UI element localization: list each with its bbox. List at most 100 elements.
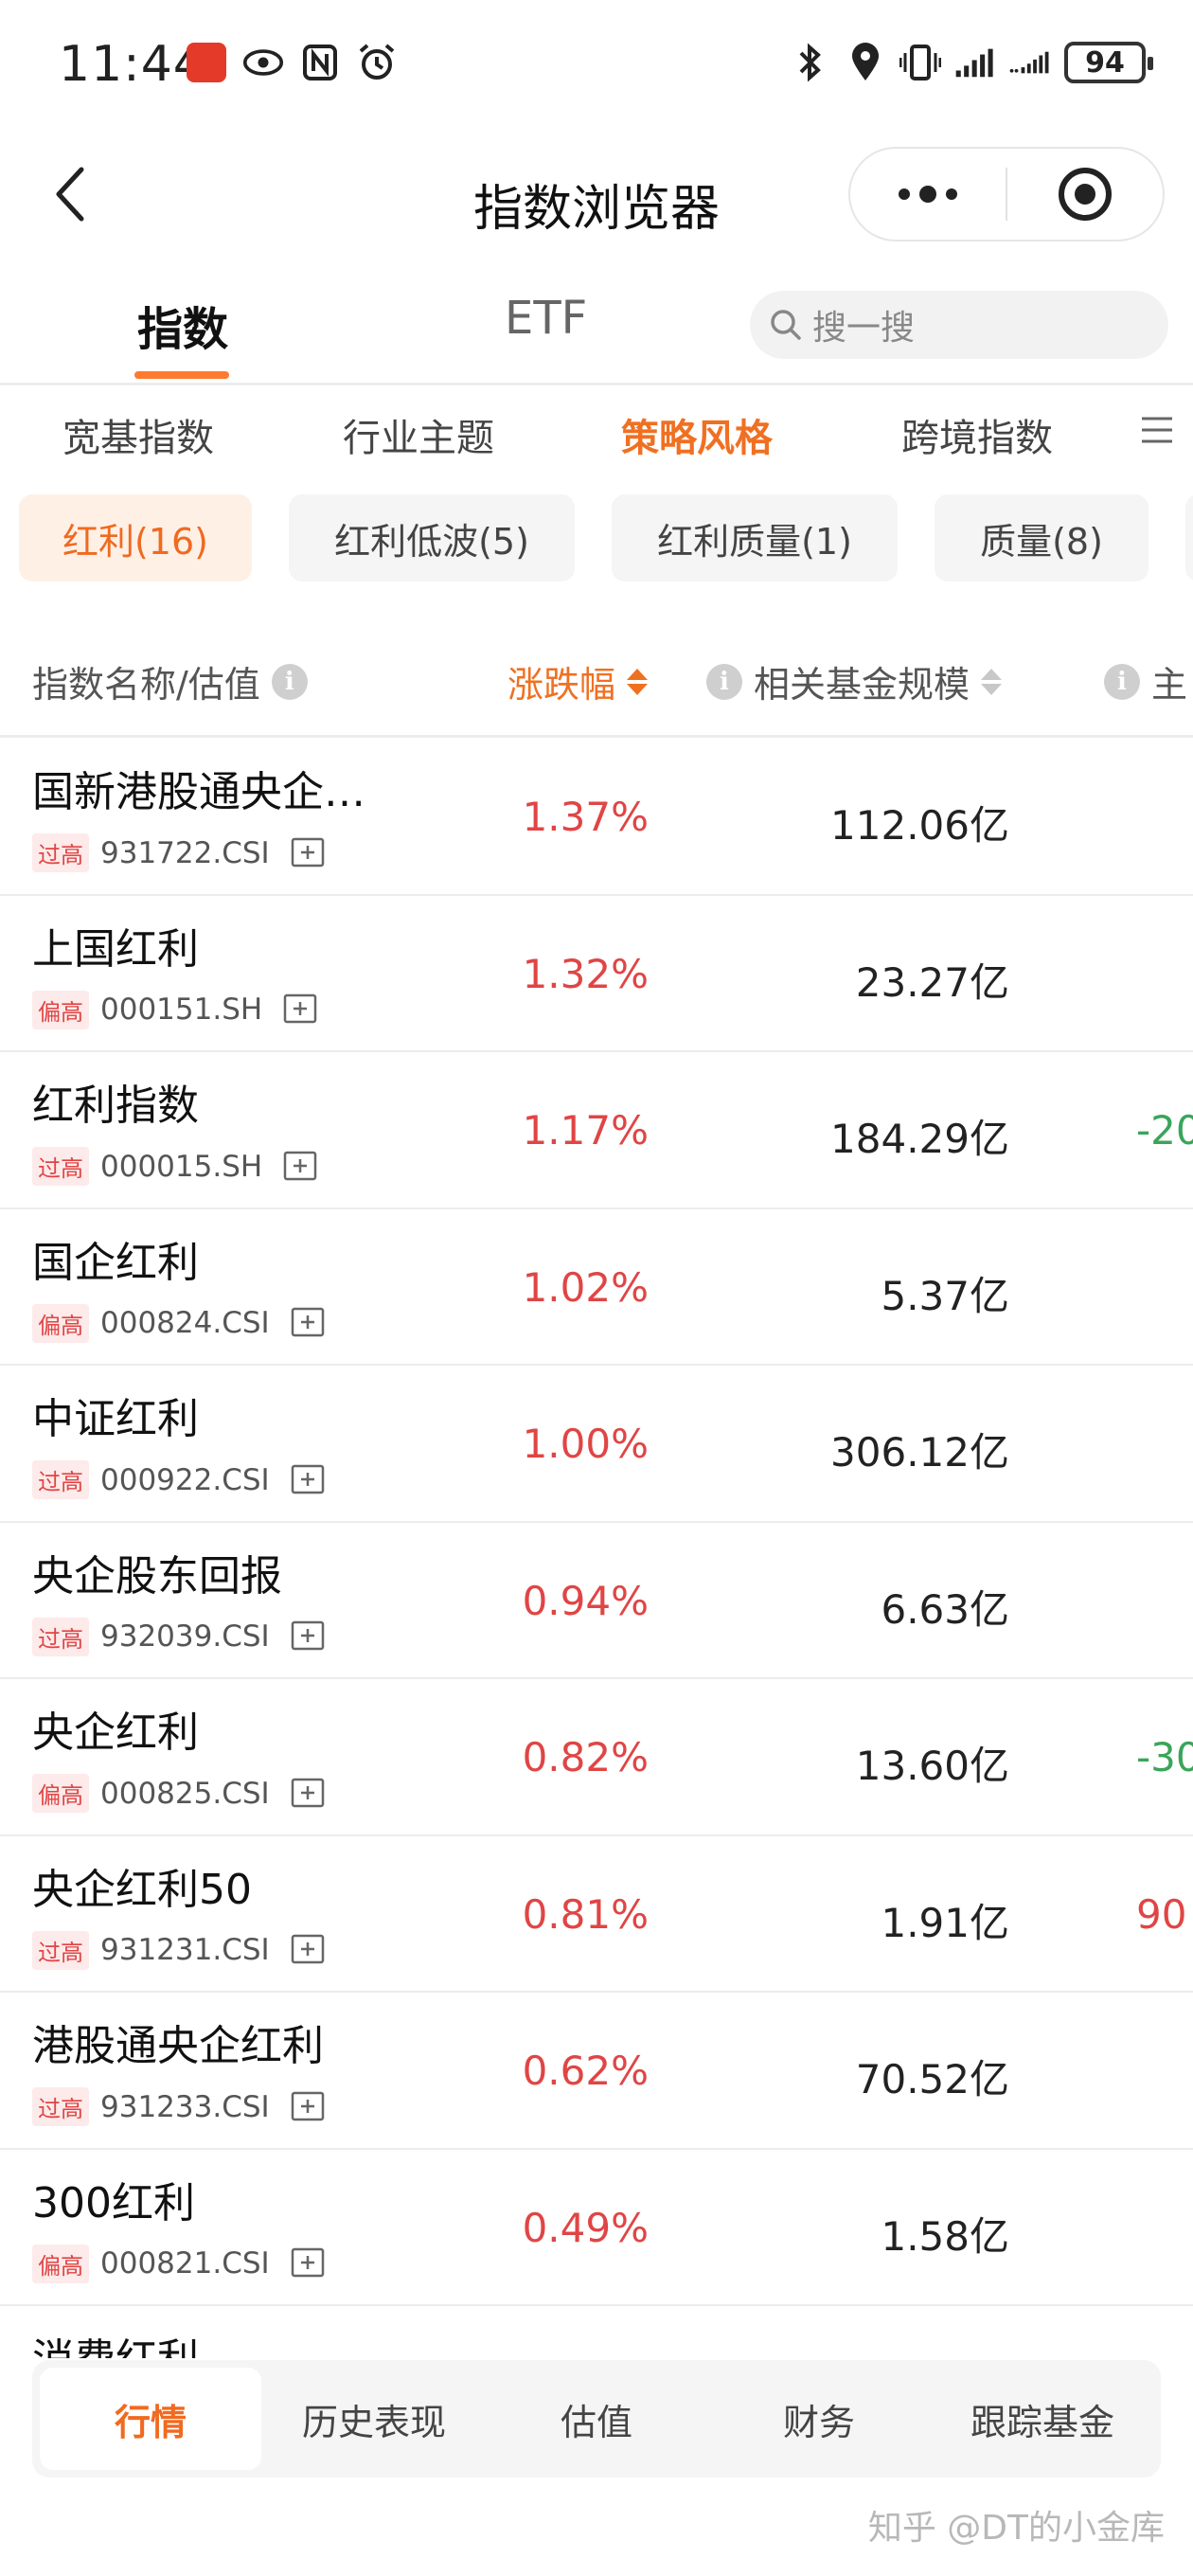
status-left-icons [186, 42, 398, 83]
add-watchlist-icon[interactable] [291, 1778, 325, 1810]
chip-dividend-quality[interactable]: 红利质量(1) [612, 494, 898, 581]
bottom-tab-quote[interactable]: 行情 [40, 2368, 261, 2470]
tab-index[interactable]: 指数 [137, 292, 228, 358]
change-percent: 0.82% [522, 1734, 649, 1780]
info-icon[interactable]: i [271, 663, 308, 700]
index-name: 消费红利 [32, 2325, 199, 2358]
index-meta: 过高 000922.CSI [32, 1460, 325, 1499]
close-miniapp-button[interactable] [1007, 149, 1163, 240]
fund-scale: 184.29亿 [830, 1116, 1009, 1162]
table-row[interactable]: 国新港股通央企… 过高 931722.CSI 1.37% 112.06亿 [0, 739, 1193, 896]
bottom-tab-valuation[interactable]: 估值 [486, 2368, 707, 2470]
tab-etf[interactable]: ETF [505, 292, 587, 345]
alarm-icon [356, 42, 398, 83]
chip-dividend-low-vol[interactable]: 红利低波(5) [289, 494, 575, 581]
info-icon[interactable]: i [1104, 663, 1140, 700]
index-meta: 过高 932039.CSI [32, 1617, 325, 1656]
chip-dividend[interactable]: 红利(16) [19, 494, 252, 581]
fund-scale: 112.06亿 [830, 802, 1009, 849]
add-watchlist-icon[interactable] [291, 1934, 325, 1966]
info-icon[interactable]: i [706, 663, 742, 700]
table-row[interactable]: 央企红利50 过高 931231.CSI 0.81% 1.91亿 90 [0, 1836, 1193, 1993]
change-percent: 1.02% [522, 1263, 649, 1311]
divider [0, 735, 1193, 738]
index-name: 国新港股通央企… [32, 768, 365, 816]
bottom-tab-finance[interactable]: 财务 [708, 2368, 930, 2470]
category-tab-broad[interactable]: 宽基指数 [62, 407, 214, 462]
index-code: 000151.SH [100, 993, 263, 1027]
bottom-tab-tracking-fund[interactable]: 跟踪基金 [932, 2368, 1153, 2470]
add-watchlist-icon[interactable] [291, 2091, 325, 2123]
change-percent: 1.00% [522, 1421, 649, 1467]
add-watchlist-icon[interactable] [291, 1464, 325, 1496]
table-row[interactable]: 上国红利 偏高 000151.SH 1.32% 23.27亿 [0, 896, 1193, 1052]
header-scale-sort[interactable]: i 相关基金规模 [706, 655, 1003, 707]
bottom-tab-history[interactable]: 历史表现 [263, 2368, 485, 2470]
index-meta: 偏高 000151.SH [32, 990, 317, 1029]
index-code: 000821.CSI [100, 2246, 270, 2281]
category-tab-cross-border[interactable]: 跨境指数 [901, 407, 1053, 462]
index-meta: 偏高 000825.CSI [32, 1774, 325, 1813]
sort-icon [981, 668, 1003, 695]
table-row[interactable]: 300红利 偏高 000821.CSI 0.49% 1.58亿 [0, 2150, 1193, 2306]
active-tab-indicator [134, 371, 229, 379]
change-percent: 1.32% [522, 950, 649, 997]
extra-value: -20 [1136, 1107, 1193, 1154]
valuation-badge: 过高 [32, 1460, 89, 1499]
add-watchlist-icon[interactable] [283, 993, 317, 1026]
search-icon [771, 310, 801, 340]
change-percent: 0.81% [522, 1890, 649, 1938]
search-input[interactable]: 搜一搜 [750, 291, 1168, 359]
bottom-nav: 行情 历史表现 估值 财务 跟踪基金 [32, 2360, 1161, 2478]
index-name: 央企红利 [32, 1708, 199, 1757]
index-meta: 偏高 000821.CSI [32, 2244, 325, 2283]
table-row[interactable]: 央企股东回报 过高 932039.CSI 0.94% 6.63亿 [0, 1523, 1193, 1679]
valuation-badge: 过高 [32, 2087, 89, 2126]
index-meta: 过高 000015.SH [32, 1147, 317, 1186]
add-watchlist-icon[interactable] [291, 837, 325, 869]
index-code: 932039.CSI [100, 1619, 270, 1654]
header-change-sort[interactable]: 涨跌幅 [507, 655, 649, 707]
add-watchlist-icon[interactable] [291, 2247, 325, 2280]
valuation-badge: 偏高 [32, 1303, 89, 1343]
category-tab-industry[interactable]: 行业主题 [343, 407, 494, 462]
table-row[interactable]: 消费红利 [0, 2306, 1193, 2358]
filter-chips: 红利(16) 红利低波(5) 红利质量(1) 质量(8) [0, 494, 1193, 585]
index-meta: 过高 931722.CSI [32, 833, 325, 872]
header-extra: i 主 [1104, 655, 1187, 707]
status-time: 11:44 [59, 36, 205, 93]
index-code: 000825.CSI [100, 1776, 270, 1811]
fund-scale: 1.58亿 [881, 2212, 1009, 2260]
search-placeholder: 搜一搜 [812, 309, 916, 348]
location-icon [845, 42, 886, 83]
index-name: 港股通央企红利 [32, 2022, 324, 2070]
more-dots-icon [899, 186, 957, 203]
chip-quality[interactable]: 质量(8) [935, 494, 1148, 581]
index-list: 国新港股通央企… 过高 931722.CSI 1.37% 112.06亿 上国红利 偏高 00… [0, 739, 1193, 2358]
table-row[interactable]: 国企红利 偏高 000824.CSI 1.02% 5.37亿 [0, 1209, 1193, 1366]
more-button[interactable] [850, 149, 1006, 240]
index-name: 300红利 [32, 2178, 195, 2227]
valuation-badge: 过高 [32, 1147, 89, 1186]
menu-icon[interactable] [1140, 413, 1174, 451]
change-percent: 0.62% [522, 2048, 649, 2094]
valuation-badge: 偏高 [32, 2244, 89, 2283]
add-watchlist-icon[interactable] [283, 1151, 317, 1183]
add-watchlist-icon[interactable] [291, 1307, 325, 1339]
index-name: 国企红利 [32, 1238, 199, 1287]
category-tab-strategy[interactable]: 策略风格 [621, 407, 773, 462]
table-row[interactable]: 港股通央企红利 过高 931233.CSI 0.62% 70.52亿 [0, 1993, 1193, 2150]
add-watchlist-icon[interactable] [291, 1620, 325, 1653]
table-row[interactable]: 中证红利 过高 000922.CSI 1.00% 306.12亿 [0, 1366, 1193, 1523]
chip-next-partial[interactable] [1185, 494, 1193, 581]
index-code: 931722.CSI [100, 835, 270, 870]
battery-indicator: 94 [1064, 42, 1153, 83]
miniapp-capsule [848, 147, 1165, 242]
category-tabs: 宽基指数 行业主题 策略风格 跨境指数 [0, 388, 1193, 483]
index-name: 红利指数 [32, 1082, 199, 1130]
index-name: 上国红利 [32, 924, 199, 974]
table-row[interactable]: 央企红利 偏高 000825.CSI 0.82% 13.60亿 -30 [0, 1679, 1193, 1836]
change-percent: 1.17% [522, 1107, 649, 1154]
header-name: 指数名称/估值 i [32, 655, 308, 707]
table-row[interactable]: 红利指数过高 000015.SH 1.17% 184.29亿 -20 [0, 1052, 1193, 1209]
